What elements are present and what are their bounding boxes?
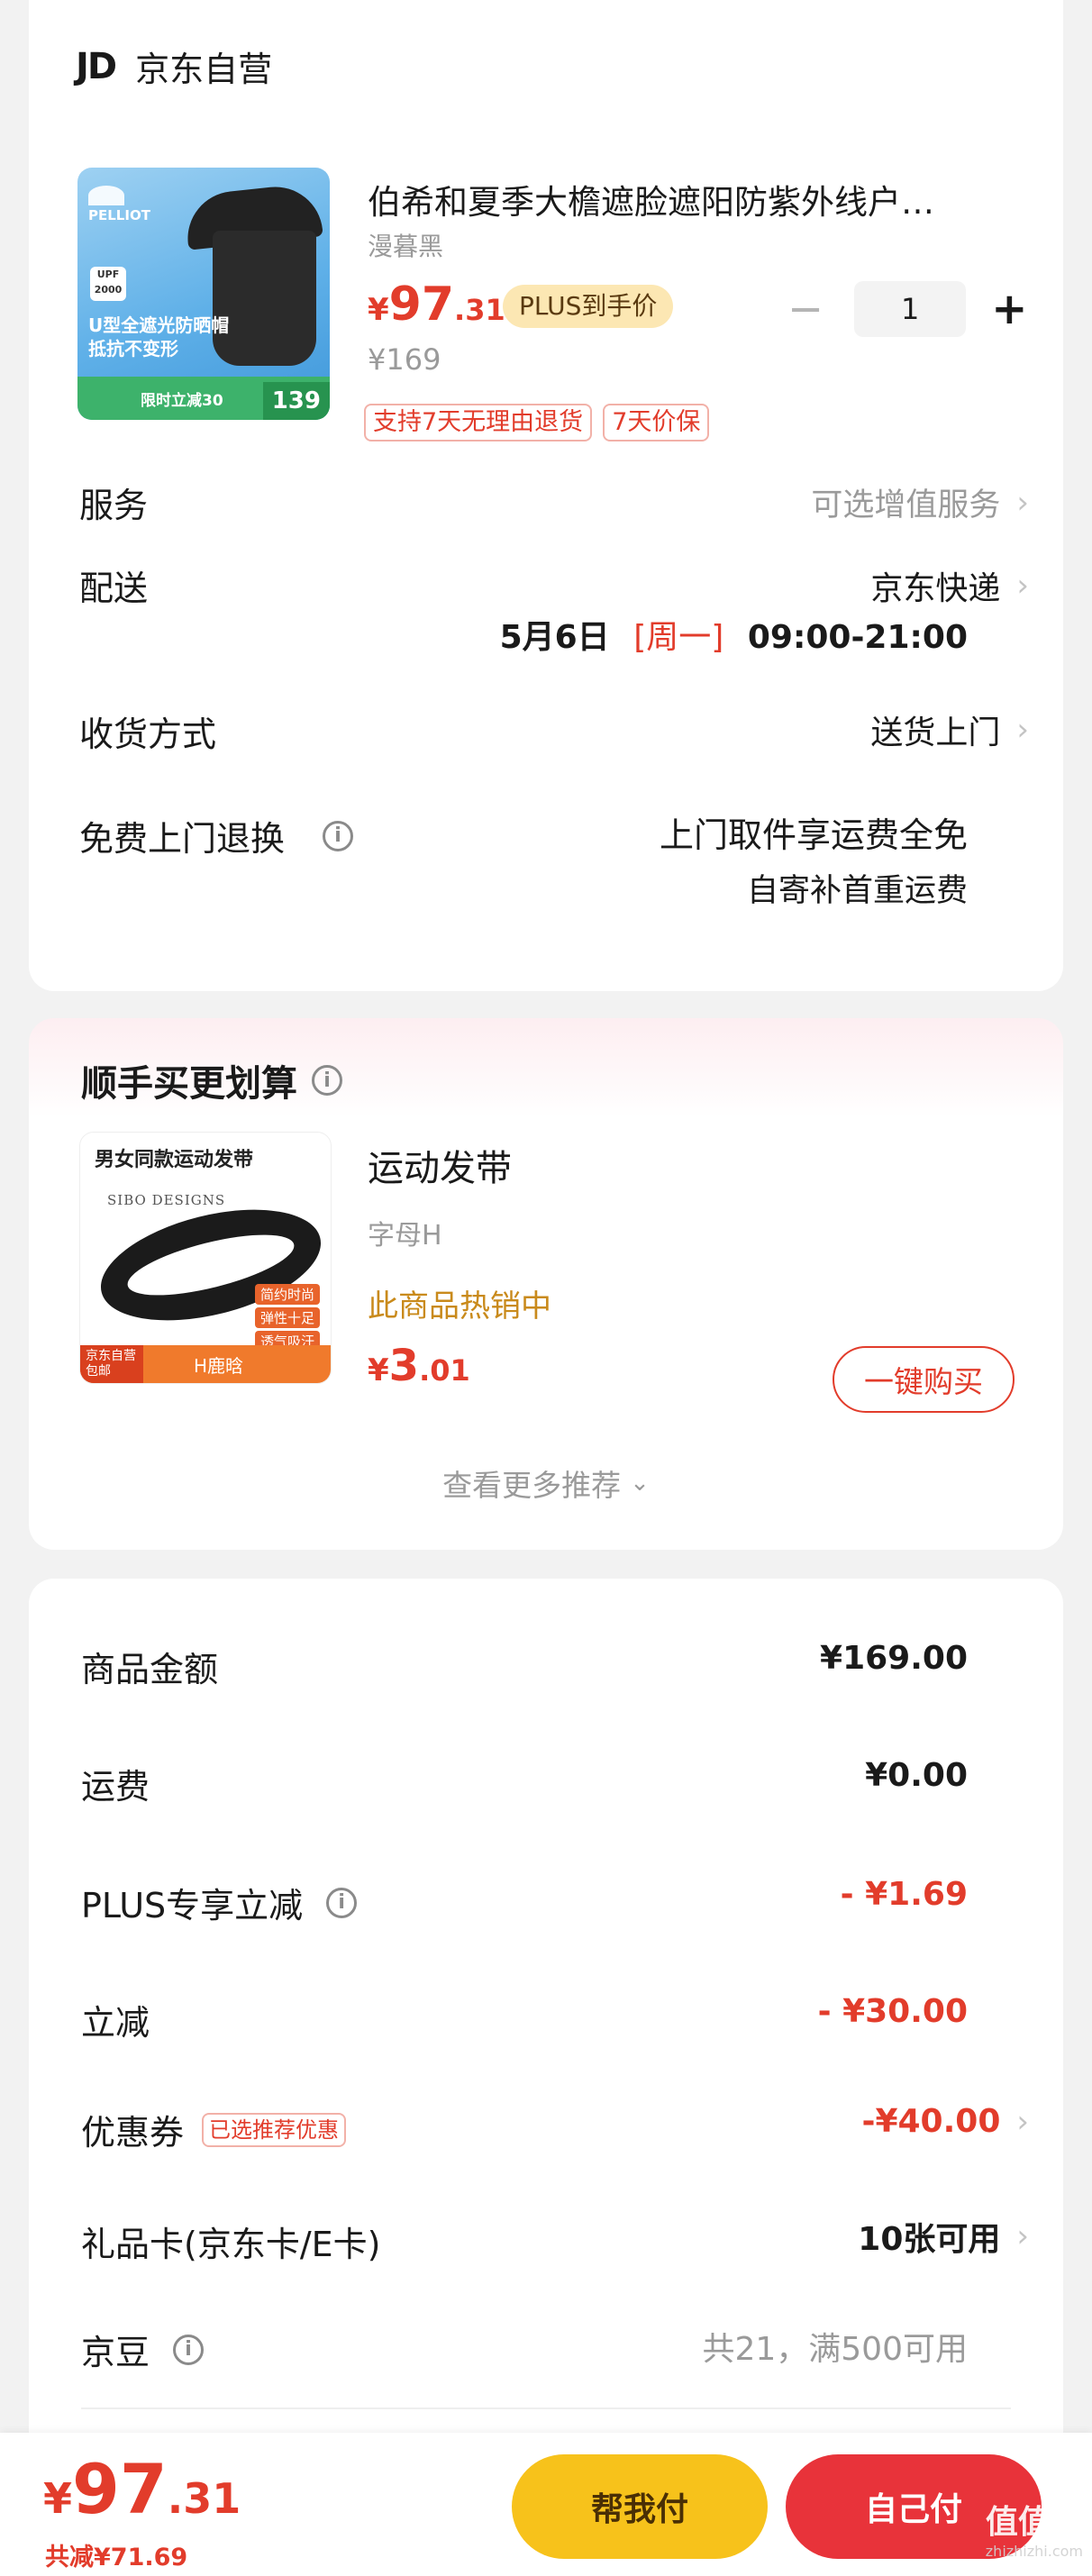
summary-value-coupon: -¥40.00	[861, 2103, 1001, 2140]
brand-mark-icon	[88, 186, 124, 205]
quantity-stepper: − 1 +	[787, 281, 1027, 337]
services-value: 可选增值服务	[811, 487, 1001, 523]
summary-label-shipping: 运费	[81, 1767, 150, 1807]
plus-price-badge: PLUS到手价	[503, 285, 674, 328]
summary-label-plus: PLUS专享立减	[81, 1886, 304, 1925]
product-title[interactable]: 伯希和夏季大檐遮脸遮阳防紫外线户…	[368, 175, 1043, 223]
coupon-tag: 已选推荐优惠	[202, 2112, 347, 2147]
return-value-2: 自寄补首重运费	[746, 873, 968, 909]
summary-label-beans: 京豆	[81, 2333, 150, 2372]
order-card: JD 京东自营 PELLIOT UPF 2000 U型全遮光防晒帽 抵抗不变形 …	[29, 0, 1063, 991]
delivery-hours: 09:00-21:00	[747, 619, 968, 656]
product-variant[interactable]: 漫暮黑	[368, 227, 443, 263]
summary-coupon-row: 优惠券 已选推荐优惠	[81, 2105, 347, 2154]
bottom-bar: ¥97.31 共减¥71.69 帮我付 自己付 值值值 zhizhizhi.co…	[0, 2433, 1092, 2576]
watermark: 值值值 zhizhizhi.com	[985, 2504, 1083, 2560]
brand-logo: PELLIOT	[88, 186, 150, 223]
one-click-buy-button[interactable]: 一键购买	[833, 1346, 1015, 1413]
summary-plus-row: PLUS专享立减 i	[81, 1878, 358, 1927]
store-name: 京东自营	[135, 50, 273, 89]
tag-price-protect: 7天价保	[603, 404, 710, 441]
chevron-right-icon: ›	[1016, 2103, 1029, 2140]
delivery-value: 京东快递	[870, 570, 1001, 607]
delivery-time: 5月6日 [周一] 09:00-21:00	[500, 611, 968, 658]
recommend-item-variant: 字母H	[368, 1220, 442, 1252]
product-price: ¥97.31	[368, 278, 505, 332]
image-bottom-bar: 京东自营 包邮 H鹿晗	[80, 1345, 331, 1383]
summary-value-giftcard: 10张可用	[858, 2221, 1001, 2258]
receive-label: 收货方式	[79, 715, 217, 754]
jd-logo: JD	[76, 45, 117, 87]
upf-badge: UPF 2000	[90, 267, 126, 301]
giftcard-value-row[interactable]: 10张可用 ›	[858, 2213, 1029, 2260]
summary-label-giftcard: 礼品卡(京东卡/E卡)	[81, 2225, 381, 2264]
delivery-label: 配送	[79, 569, 149, 608]
coupon-value-row[interactable]: -¥40.00 ›	[862, 2103, 1029, 2140]
plus-button[interactable]: +	[991, 287, 1027, 331]
chevron-down-icon: ⌄	[630, 1470, 650, 1497]
summary-value-beans: 共21，满500可用	[702, 2331, 968, 2368]
summary-label-discount: 立减	[81, 2003, 150, 2043]
delivery-row[interactable]: 京东快递 ›	[870, 562, 1029, 609]
recommend-item-name[interactable]: 运动发带	[368, 1139, 512, 1191]
delivery-weekday: [周一]	[633, 619, 724, 656]
return-label: 免费上门退换	[79, 819, 286, 859]
original-price: ¥169	[368, 342, 441, 377]
image-brand: SIBO DESIGNS	[107, 1192, 226, 1208]
recommend-price: ¥3.01	[368, 1341, 470, 1391]
chevron-right-icon: ›	[1016, 2218, 1029, 2254]
summary-value-plus: - ¥1.69	[840, 1876, 968, 1913]
summary-label-goods: 商品金额	[81, 1650, 219, 1689]
product-tags: 支持7天无理由退货 7天价保	[364, 404, 710, 441]
minus-button[interactable]: −	[787, 287, 824, 331]
image-features: 简约时尚 弹性十足 透气吸汗	[254, 1284, 320, 1352]
summary-value-discount: - ¥30.00	[817, 1993, 968, 2030]
info-icon[interactable]: i	[323, 820, 354, 851]
order-confirm-page: { "store": {"logo": "JD", "name": "京东自营"…	[0, 0, 1092, 2576]
chevron-right-icon: ›	[1016, 568, 1029, 604]
summary-beans-row: 京豆 i	[81, 2325, 205, 2374]
recommend-hot-label: 此商品热销中	[368, 1288, 551, 1324]
services-label: 服务	[79, 486, 149, 525]
total-saved: 共减¥71.69	[45, 2544, 188, 2571]
summary-label-coupon: 优惠券	[81, 2113, 185, 2153]
total-price: ¥97.31	[43, 2449, 241, 2529]
help-pay-button[interactable]: 帮我付	[512, 2454, 768, 2559]
chevron-right-icon: ›	[1016, 484, 1029, 521]
delivery-date: 5月6日	[499, 619, 610, 656]
more-recommend-link[interactable]: 查看更多推荐 ⌄	[29, 1461, 1063, 1505]
headband-image[interactable]: 男女同款运动发带 SIBO DESIGNS 简约时尚 弹性十足 透气吸汗 京东自…	[79, 1132, 332, 1384]
receive-value: 送货上门	[870, 715, 1001, 751]
info-icon[interactable]: i	[326, 1887, 358, 1918]
product-image[interactable]: PELLIOT UPF 2000 U型全遮光防晒帽 抵抗不变形 限时立减30 1…	[77, 168, 330, 420]
divider	[81, 2408, 1011, 2409]
image-slogan: U型全遮光防晒帽 抵抗不变形	[88, 314, 230, 360]
summary-value-shipping: ¥0.00	[865, 1757, 968, 1794]
image-promo-bar: 限时立减30 139	[77, 377, 330, 420]
services-row[interactable]: 可选增值服务 ›	[811, 479, 1029, 525]
summary-card: 商品金额 ¥169.00 运费 ¥0.00 PLUS专享立减 i - ¥1.69…	[29, 1579, 1063, 2576]
recommend-header: 顺手买更划算 i	[81, 1054, 342, 1106]
store-header: JD 京东自营	[76, 41, 272, 91]
self-pay-label: 自己付	[864, 2491, 962, 2528]
return-label-row: 免费上门退换 i	[79, 811, 354, 860]
tag-7day-return: 支持7天无理由退货	[364, 404, 593, 441]
recommend-title: 顺手买更划算	[81, 1063, 297, 1105]
receive-row[interactable]: 送货上门 ›	[870, 706, 1029, 753]
image-top-text: 男女同款运动发带	[95, 1149, 254, 1171]
info-icon[interactable]: i	[312, 1065, 342, 1096]
info-icon[interactable]: i	[173, 2334, 205, 2365]
return-value-1: 上门取件享运费全免	[659, 815, 968, 855]
summary-value-goods: ¥169.00	[820, 1640, 968, 1677]
recommend-card: 顺手买更划算 i 男女同款运动发带 SIBO DESIGNS 简约时尚 弹性十足…	[29, 1018, 1063, 1550]
quantity-value[interactable]: 1	[854, 281, 967, 337]
chevron-right-icon: ›	[1016, 712, 1029, 748]
more-recommend-label: 查看更多推荐	[442, 1468, 622, 1503]
